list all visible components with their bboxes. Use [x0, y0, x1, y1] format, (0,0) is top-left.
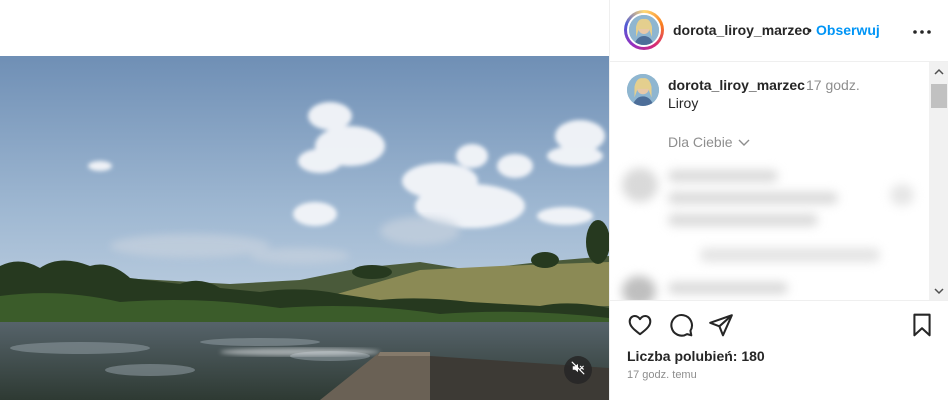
comments-scrollbar[interactable] [929, 62, 948, 300]
bookmark-icon [909, 313, 935, 342]
media-area [0, 0, 609, 400]
comments-section: dorota_liroy_marzec 17 godz. Liroy Dla C… [610, 62, 932, 300]
chevron-down-icon [934, 282, 944, 300]
avatar [627, 13, 661, 47]
mute-button[interactable] [564, 356, 592, 384]
speaker-muted-icon [571, 361, 585, 380]
story-ring-avatar[interactable] [624, 10, 664, 50]
post-header: dorota_liroy_marzec • Obserwuj [610, 0, 948, 62]
likes-count[interactable]: Liczba polubień: 180 [627, 348, 765, 364]
comment-filter-dropdown[interactable]: Dla Ciebie [668, 134, 750, 150]
blurred-comments [610, 162, 932, 300]
post-timestamp[interactable]: 17 godz. temu [627, 369, 697, 381]
more-options-button[interactable] [910, 22, 934, 38]
blurred-like-icon [890, 184, 914, 206]
post-actions: Liczba polubień: 180 17 godz. temu [610, 300, 948, 400]
like-button[interactable] [627, 312, 653, 338]
blurred-comment-line [668, 214, 818, 226]
scrollbar-thumb[interactable] [931, 84, 947, 108]
heart-icon [627, 314, 653, 342]
post-panel: dorota_liroy_marzec • Obserwuj dorota_li… [609, 0, 948, 400]
follow-button[interactable]: Obserwuj [816, 22, 880, 38]
blurred-comment-avatar [622, 276, 656, 300]
separator-dot: • [807, 22, 812, 38]
caption-username[interactable]: dorota_liroy_marzec [668, 77, 805, 93]
scroll-down-button[interactable] [929, 282, 948, 300]
post-video[interactable] [0, 56, 609, 400]
share-button[interactable] [708, 312, 734, 338]
scroll-up-button[interactable] [929, 62, 948, 80]
comment-button[interactable] [668, 312, 694, 338]
caption-avatar[interactable] [627, 74, 659, 106]
save-button[interactable] [909, 312, 935, 338]
comment-icon [668, 314, 694, 342]
blurred-comment-line [668, 282, 788, 294]
comment-filter-label: Dla Ciebie [668, 134, 733, 150]
blurred-comment-avatar [622, 168, 658, 202]
chevron-down-icon [738, 134, 750, 150]
blurred-comment-line [668, 192, 838, 204]
share-icon [708, 314, 734, 342]
chevron-up-icon [934, 62, 944, 80]
caption-time[interactable]: 17 godz. [806, 77, 860, 93]
blurred-comment-line [700, 248, 880, 262]
post-author-username[interactable]: dorota_liroy_marzec [673, 22, 810, 38]
landscape-video-frame [0, 56, 609, 400]
more-options-icon [913, 21, 931, 39]
caption-text: Liroy [668, 95, 699, 111]
blurred-comment-line [668, 170, 778, 182]
